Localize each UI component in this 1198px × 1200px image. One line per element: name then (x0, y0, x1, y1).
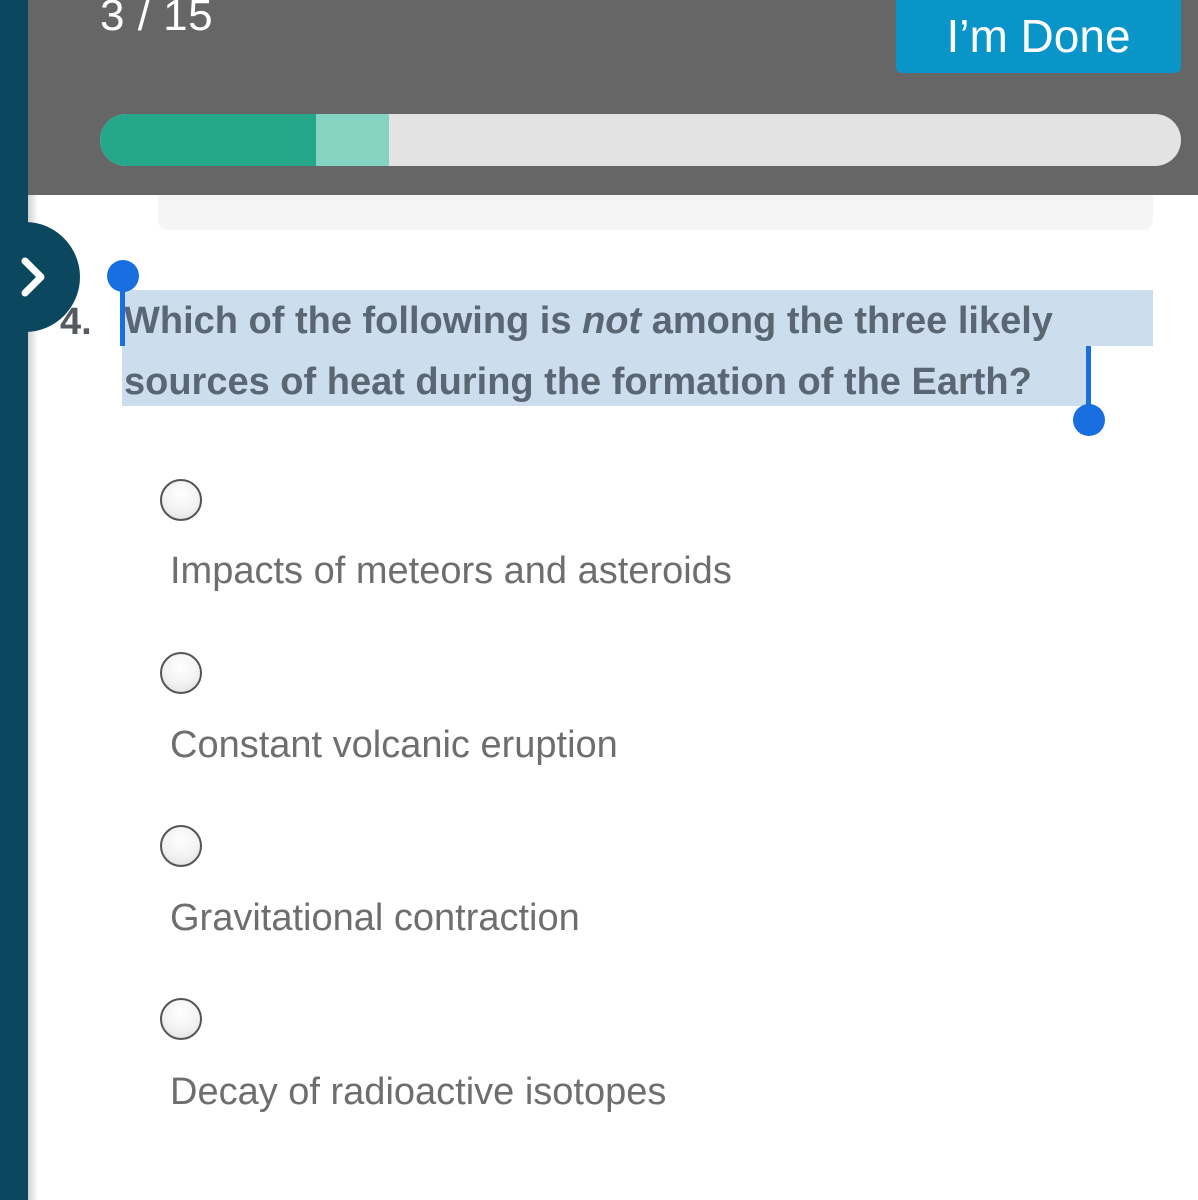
quiz-header: 3 / 15 I’m Done (28, 0, 1198, 195)
progress-current (316, 114, 389, 166)
question-text-line-2: sources of heat during the formation of … (124, 361, 1032, 403)
progress-completed (100, 114, 317, 166)
answer-radio-4[interactable] (160, 998, 202, 1040)
answer-label-2[interactable]: Constant volcanic eruption (170, 723, 618, 767)
question-text-part: Which of the following is (124, 300, 583, 342)
selection-start-handle[interactable] (107, 260, 139, 292)
previous-question-card (158, 195, 1153, 230)
answer-label-3[interactable]: Gravitational contraction (170, 896, 580, 940)
question-text: Which of the following is not among the … (124, 299, 1053, 343)
answer-label-1[interactable]: Impacts of meteors and asteroids (170, 549, 732, 593)
rail-shadow (28, 195, 38, 1200)
side-rail (0, 0, 28, 1200)
progress-bar (100, 114, 1181, 166)
chevron-right-icon (21, 257, 45, 297)
question-number: 4. (60, 301, 92, 343)
question-text-part: among the three likely (641, 300, 1053, 342)
answer-radio-2[interactable] (160, 652, 202, 694)
im-done-button[interactable]: I’m Done (896, 0, 1181, 73)
answer-label-4[interactable]: Decay of radioactive isotopes (170, 1070, 666, 1114)
question-emphasis: not (582, 300, 642, 342)
selection-end-handle[interactable] (1073, 404, 1105, 436)
question-counter: 3 / 15 (100, 0, 214, 40)
answer-radio-1[interactable] (160, 479, 202, 521)
answer-radio-3[interactable] (160, 825, 202, 867)
